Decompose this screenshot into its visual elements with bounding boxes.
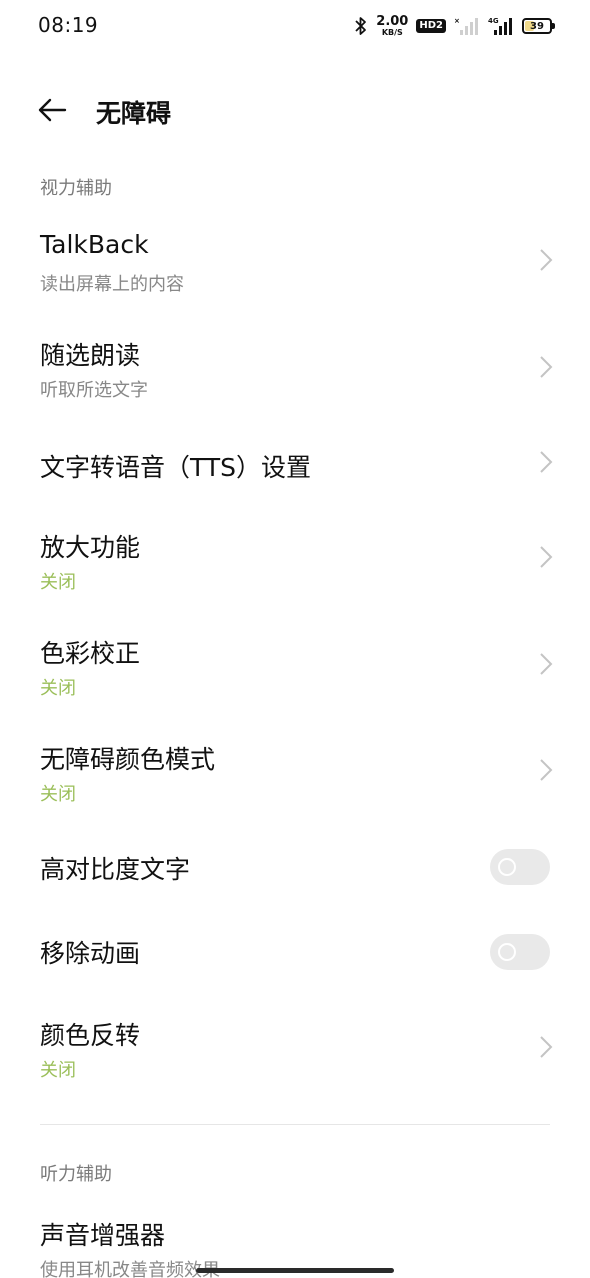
bluetooth-icon (355, 17, 367, 35)
item-subtitle: 听取所选文字 (40, 380, 148, 401)
home-indicator[interactable] (196, 1268, 394, 1273)
item-title: 高对比度文字 (40, 855, 191, 884)
high-contrast-text-toggle[interactable] (490, 849, 550, 885)
battery-level: 39 (530, 20, 544, 32)
item-title: 随选朗读 (40, 341, 141, 370)
list-item-high-contrast-text[interactable]: 高对比度文字 (0, 832, 590, 904)
list-item-tts-settings[interactable]: 文字转语音（TTS）设置 (0, 428, 590, 500)
item-title: 颜色反转 (40, 1021, 141, 1050)
page-title: 无障碍 (96, 99, 172, 128)
battery-icon: 39 (522, 18, 555, 34)
back-arrow-icon (38, 98, 67, 122)
remove-animations-toggle[interactable] (490, 934, 550, 970)
chevron-right-icon (540, 1036, 553, 1058)
screen: 08:19 2.00 KB/S HD2 × 4G 39 无障碍 视力辅助 Tal… (0, 0, 590, 1278)
list-item-accessibility-color-mode[interactable]: 无障碍颜色模式 关闭 (0, 726, 590, 822)
list-item-color-correction[interactable]: 色彩校正 关闭 (0, 620, 590, 716)
lte-label: 4G (488, 17, 499, 25)
list-item-magnification[interactable]: 放大功能 关闭 (0, 514, 590, 610)
item-title: 无障碍颜色模式 (40, 745, 216, 774)
section-divider (40, 1124, 550, 1125)
list-item-select-to-speak[interactable]: 随选朗读 听取所选文字 (0, 322, 590, 418)
status-bar: 08:19 2.00 KB/S HD2 × 4G 39 (0, 0, 590, 52)
status-icons: 2.00 KB/S HD2 × 4G 39 (354, 12, 555, 40)
item-title: 色彩校正 (40, 639, 141, 668)
item-title: 文字转语音（TTS）设置 (40, 453, 311, 482)
toggle-knob (498, 858, 516, 876)
network-speed-value: 2.00 (376, 14, 409, 29)
list-item-sound-amplifier[interactable]: 声音增强器 使用耳机改善音频效果 (0, 1202, 590, 1278)
toggle-knob (498, 943, 516, 961)
chevron-right-icon (540, 546, 553, 568)
section-title-hearing: 听力辅助 (40, 1164, 112, 1185)
svg-text:×: × (454, 17, 460, 25)
status-time: 08:19 (38, 13, 99, 37)
item-title: 移除动画 (40, 939, 141, 968)
chevron-right-icon (540, 451, 553, 473)
item-title: 放大功能 (40, 533, 141, 562)
item-title: TalkBack (40, 230, 149, 259)
item-status: 关闭 (40, 678, 76, 699)
list-item-color-inversion[interactable]: 颜色反转 关闭 (0, 1002, 590, 1098)
header: 无障碍 (0, 80, 590, 140)
network-speed-unit: KB/S (381, 28, 403, 37)
item-subtitle: 读出屏幕上的内容 (40, 274, 184, 295)
item-title: 声音增强器 (40, 1221, 166, 1250)
chevron-right-icon (540, 249, 553, 271)
chevron-right-icon (540, 356, 553, 378)
list-item-talkback[interactable]: TalkBack 读出屏幕上的内容 (0, 216, 590, 312)
item-status: 关闭 (40, 1060, 76, 1081)
list-item-remove-animations[interactable]: 移除动画 (0, 916, 590, 988)
hd-badge: HD2 (416, 19, 446, 33)
signal-icon-sim1: × (454, 17, 478, 35)
item-subtitle: 使用耳机改善音频效果 (40, 1260, 220, 1278)
item-status: 关闭 (40, 784, 76, 805)
section-title-vision: 视力辅助 (40, 178, 112, 199)
signal-icon-sim2: 4G (488, 17, 512, 35)
back-button[interactable] (30, 90, 74, 130)
item-status: 关闭 (40, 572, 76, 593)
network-speed: 2.00 KB/S (376, 15, 408, 37)
chevron-right-icon (540, 653, 553, 675)
chevron-right-icon (540, 759, 553, 781)
